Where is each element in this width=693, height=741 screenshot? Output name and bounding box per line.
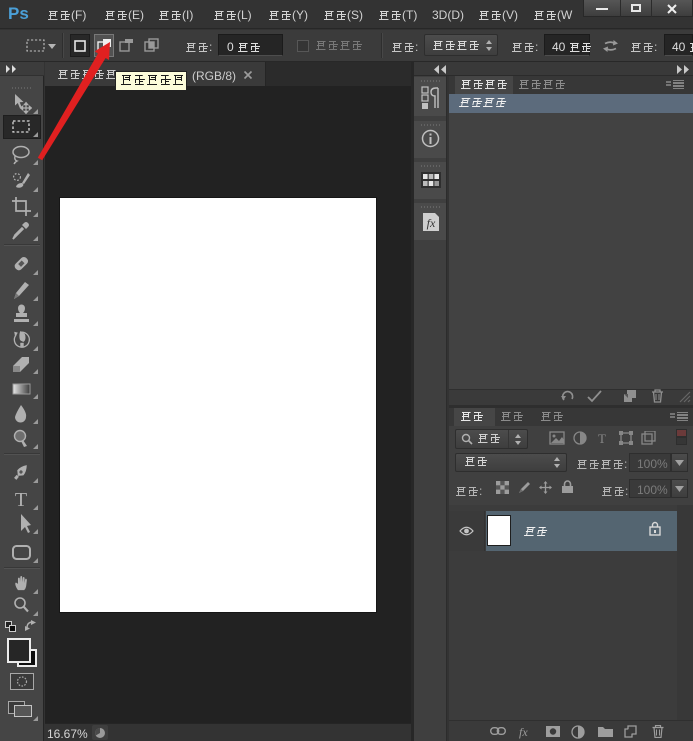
svg-text:T: T xyxy=(15,489,27,510)
svg-text:fx: fx xyxy=(427,216,436,230)
